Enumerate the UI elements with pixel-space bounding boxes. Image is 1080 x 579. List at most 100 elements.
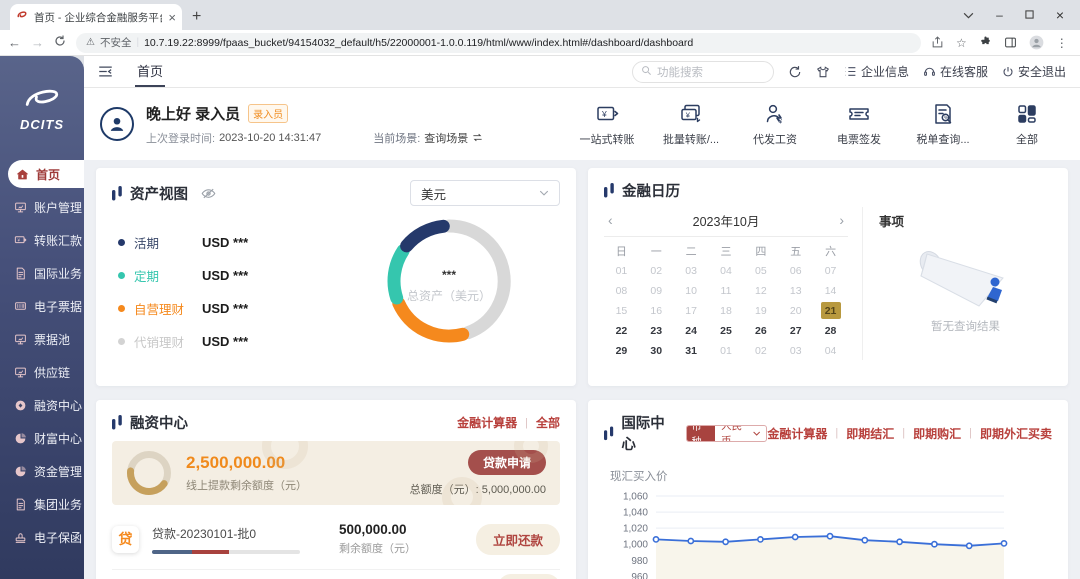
currency-select[interactable]: 美元 xyxy=(410,180,560,206)
calendar-date[interactable]: 31 xyxy=(674,341,709,360)
window-close-button[interactable]: × xyxy=(1056,7,1064,23)
partial-repay-button[interactable] xyxy=(498,574,560,579)
sidebar-item-account-mgmt[interactable]: 账户管理 xyxy=(0,191,84,224)
new-tab-button[interactable]: + xyxy=(192,8,201,26)
calendar-date[interactable]: 20 xyxy=(778,301,813,320)
calendar-date[interactable]: 09 xyxy=(639,281,674,300)
side-panel-icon[interactable] xyxy=(1004,36,1017,49)
tab-close-icon[interactable]: × xyxy=(168,10,176,25)
calendar-prev-icon[interactable]: ‹ xyxy=(608,212,624,228)
calendar-date[interactable]: 27 xyxy=(778,321,813,340)
sidebar-item-wealth-center[interactable]: 财富中心 xyxy=(0,422,84,455)
calendar-date[interactable]: 03 xyxy=(674,261,709,280)
calendar-date[interactable]: 11 xyxy=(709,281,744,300)
eye-off-icon[interactable] xyxy=(201,187,216,200)
calendar-date[interactable]: 07 xyxy=(813,261,848,280)
calendar-date[interactable]: 28 xyxy=(813,321,848,340)
refresh-icon[interactable] xyxy=(788,65,802,79)
calendar-date[interactable]: 14 xyxy=(813,281,848,300)
calendar-date[interactable]: 06 xyxy=(778,261,813,280)
pie-icon xyxy=(14,432,27,445)
quick-action-payroll[interactable]: ¥代发工资 xyxy=(746,102,804,147)
calendar-date[interactable]: 03 xyxy=(778,341,813,360)
calendar-date[interactable]: 26 xyxy=(743,321,778,340)
legend-label: 自营理财 xyxy=(134,299,202,318)
sidebar-item-international-biz[interactable]: 国际业务 xyxy=(0,257,84,290)
safe-exit-link[interactable]: 安全退出 xyxy=(1002,63,1066,80)
sidebar-item-financing-center[interactable]: 融资中心 xyxy=(0,389,84,422)
user-avatar[interactable] xyxy=(100,107,134,141)
profile-avatar[interactable] xyxy=(1029,35,1044,50)
calendar-date[interactable]: 24 xyxy=(674,321,709,340)
window-maximize-button[interactable] xyxy=(1025,8,1034,22)
sidebar-item-fund-mgmt[interactable]: 资金管理 xyxy=(0,455,84,488)
calendar-date[interactable]: 13 xyxy=(778,281,813,300)
calendar-date[interactable]: 30 xyxy=(639,341,674,360)
browser-menu-icon[interactable]: ⋮ xyxy=(1056,36,1068,50)
quick-action-tax-query[interactable]: %税单查询... xyxy=(914,102,972,147)
calendar-date[interactable]: 04 xyxy=(709,261,744,280)
extensions-puzzle-icon[interactable] xyxy=(979,36,992,49)
calendar-date[interactable]: 02 xyxy=(743,341,778,360)
bookmark-star-icon[interactable]: ☆ xyxy=(956,36,967,50)
calendar-date[interactable]: 19 xyxy=(743,301,778,320)
sidebar-item-e-bill[interactable]: 电子票据 xyxy=(0,290,84,323)
calendar-date[interactable]: 08 xyxy=(604,281,639,300)
theme-icon[interactable] xyxy=(816,65,830,79)
currency-type-tag[interactable]: 币种 人民币 xyxy=(686,425,768,442)
headset-icon xyxy=(923,65,936,78)
calendar-date[interactable]: 05 xyxy=(743,261,778,280)
calendar-date[interactable]: 17 xyxy=(674,301,709,320)
forward-button[interactable]: → xyxy=(31,35,44,50)
calendar-date[interactable]: 16 xyxy=(639,301,674,320)
sidebar-item-bill-pool[interactable]: 票据池 xyxy=(0,323,84,356)
calendar-date[interactable]: 04 xyxy=(813,341,848,360)
financing-link-1[interactable]: 全部 xyxy=(536,414,560,431)
function-search-input[interactable]: 功能搜索 xyxy=(632,61,774,83)
calendar-date[interactable]: 29 xyxy=(604,341,639,360)
calendar-date[interactable]: 22 xyxy=(604,321,639,340)
reload-button[interactable] xyxy=(54,35,66,50)
calendar-date[interactable]: 18 xyxy=(709,301,744,320)
calendar-date[interactable]: 15 xyxy=(604,301,639,320)
international-link-1[interactable]: 即期结汇 xyxy=(846,425,894,442)
calendar-next-icon[interactable]: › xyxy=(828,212,844,228)
share-icon[interactable] xyxy=(931,36,944,49)
repay-now-button[interactable]: 立即还款 xyxy=(476,524,560,555)
online-service-link[interactable]: 在线客服 xyxy=(923,63,988,80)
address-bar[interactable]: ⚠ 不安全 | 10.7.19.22:8999/fpaas_bucket/941… xyxy=(76,33,921,53)
sidebar-item-transfer-remit[interactable]: ¥转账汇款 xyxy=(0,224,84,257)
international-link-0[interactable]: 金融计算器 xyxy=(767,425,827,442)
calendar-date[interactable]: 02 xyxy=(639,261,674,280)
scene-switch-icon[interactable] xyxy=(472,132,483,143)
sidebar-item-home[interactable]: 首页 xyxy=(8,160,84,188)
window-chevron-icon[interactable] xyxy=(963,8,974,22)
international-link-3[interactable]: 即期外汇买卖 xyxy=(980,425,1052,442)
legend-dot xyxy=(118,305,125,312)
calendar-date[interactable]: 10 xyxy=(674,281,709,300)
sidebar-item-supply-chain[interactable]: 供应链 xyxy=(0,356,84,389)
calendar-date[interactable]: 01 xyxy=(709,341,744,360)
page-tab-home[interactable]: 首页 xyxy=(135,56,165,87)
calendar-date[interactable]: 23 xyxy=(639,321,674,340)
quick-action-eticket-issue[interactable]: 电票签发 xyxy=(830,102,888,147)
sidebar-item-e-guarantee[interactable]: 电子保函 xyxy=(0,521,84,554)
calendar-date-today[interactable]: 21 xyxy=(821,302,841,319)
legend-label: 活期 xyxy=(134,233,202,252)
calendar-date[interactable]: 01 xyxy=(604,261,639,280)
browser-tab[interactable]: 首页 - 企业综合金融服务平台 × xyxy=(10,4,182,30)
quick-action-batch-transfer[interactable]: ¥批量转账/... xyxy=(662,102,720,147)
loan-progress-bar xyxy=(152,550,300,554)
quick-action-all-apps[interactable]: 全部 xyxy=(998,102,1056,147)
calendar-date[interactable]: 25 xyxy=(709,321,744,340)
sidebar-collapse-icon[interactable] xyxy=(98,65,113,78)
sidebar-item-group-business[interactable]: 集团业务 xyxy=(0,488,84,521)
window-minimize-button[interactable]: – xyxy=(996,8,1003,22)
international-link-2[interactable]: 即期购汇 xyxy=(913,425,961,442)
back-button[interactable]: ← xyxy=(8,35,21,50)
exchange-rate-line-chart: 1,0601,0401,0201,0009809609482023-01-..2… xyxy=(604,486,1052,579)
quick-action-one-stop-transfer[interactable]: ¥一站式转账 xyxy=(578,102,636,147)
financing-link-0[interactable]: 金融计算器 xyxy=(457,414,517,431)
enterprise-info-link[interactable]: 企业信息 xyxy=(844,63,909,80)
calendar-date[interactable]: 12 xyxy=(743,281,778,300)
